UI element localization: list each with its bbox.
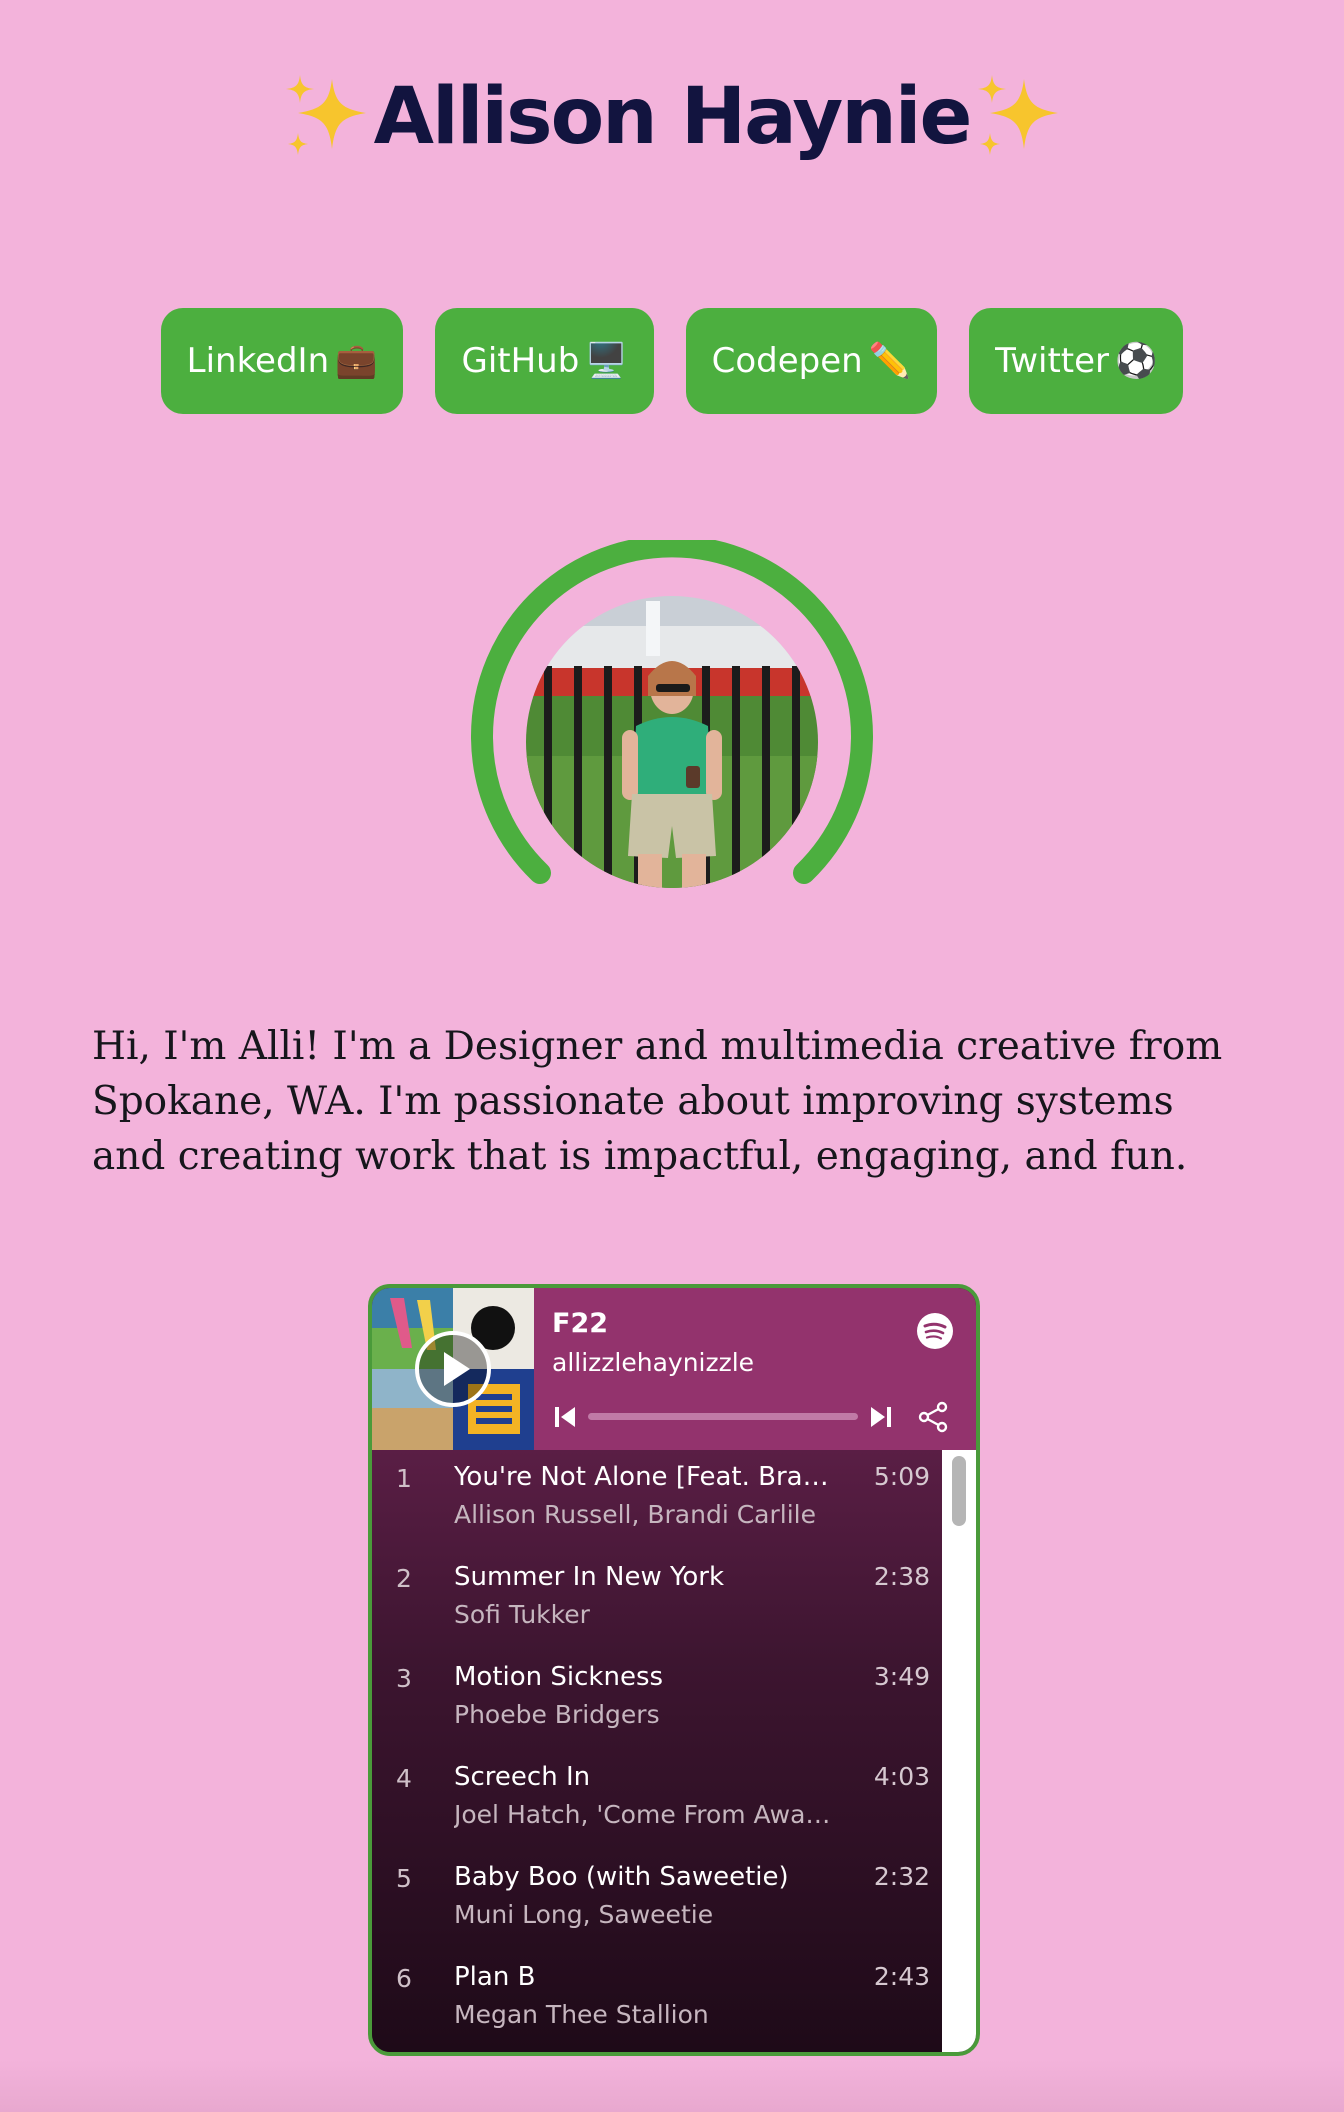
skip-back-icon[interactable] [552, 1404, 578, 1430]
track-title: Plan B [454, 1962, 536, 1992]
linkedin-button[interactable]: LinkedIn 💼 [160, 308, 404, 414]
pencil-icon: ✏️ [868, 341, 912, 381]
spotify-logo-icon[interactable] [916, 1312, 954, 1350]
playlist-name[interactable]: F22 [552, 1308, 608, 1339]
track-number: 4 [396, 1764, 412, 1793]
scrollbar[interactable] [942, 1450, 976, 2052]
track-number: 3 [396, 1664, 412, 1693]
track-list: 1 You're Not Alone [Feat. Brandi Carlile… [372, 1450, 942, 2052]
track-title: You're Not Alone [Feat. Brandi Carlile] [454, 1462, 834, 1492]
track-duration: 2:43 [873, 1962, 930, 1991]
computer-icon: 🖥️ [585, 341, 628, 381]
avatar [526, 596, 818, 888]
player-header: F22 allizzlehaynizzle [372, 1288, 976, 1450]
codepen-label: Codepen [711, 341, 863, 381]
page-title: Allison Haynie [373, 72, 973, 162]
track-artist: Muni Long, Saweetie [454, 1900, 714, 1929]
twitter-label: Twitter [995, 341, 1110, 381]
scroll-thumb[interactable] [952, 1456, 966, 1526]
github-button[interactable]: GitHub 🖥️ [435, 308, 654, 414]
briefcase-icon: 💼 [335, 341, 378, 381]
track-artist: Phoebe Bridgers [454, 1700, 660, 1729]
track-duration: 5:09 [873, 1462, 930, 1491]
soccer-ball-icon: ⚽ [1115, 341, 1158, 381]
bio-text: Hi, I'm Alli! I'm a Designer and multime… [92, 1024, 1223, 1179]
track-number: 2 [396, 1564, 412, 1593]
track-number: 1 [396, 1464, 412, 1493]
codepen-button[interactable]: Codepen ✏️ [685, 308, 938, 414]
title-row: Allison Haynie [0, 62, 1344, 172]
sparkles-icon [978, 75, 1059, 155]
track-title: Baby Boo (with Saweetie) [454, 1862, 789, 1892]
track-title: Screech In [454, 1762, 591, 1792]
track-duration: 4:03 [873, 1762, 930, 1791]
track-title: Motion Sickness [454, 1662, 664, 1692]
progress-bar[interactable] [588, 1413, 858, 1420]
track-row[interactable]: 3 Motion Sickness Phoebe Bridgers 3:49 [372, 1650, 942, 1750]
spotify-embed[interactable]: F22 allizzlehaynizzle 1 You're Not Alone… [368, 1284, 980, 2056]
track-title: Summer In New York [454, 1562, 725, 1592]
track-duration: 2:38 [873, 1562, 930, 1591]
track-artist: Allison Russell, Brandi Carlile [454, 1500, 816, 1529]
track-row[interactable]: 1 You're Not Alone [Feat. Brandi Carlile… [372, 1450, 942, 1550]
track-number: 5 [396, 1864, 412, 1893]
skip-forward-icon[interactable] [868, 1404, 894, 1430]
page-bottom-shade [0, 2060, 1344, 2112]
track-duration: 3:49 [873, 1662, 930, 1691]
playlist-owner[interactable]: allizzlehaynizzle [552, 1348, 754, 1377]
track-row[interactable]: 2 Summer In New York Sofi Tukker 2:38 [372, 1550, 942, 1650]
github-label: GitHub [461, 341, 580, 381]
profile-photo [526, 596, 818, 888]
track-row[interactable]: 5 Baby Boo (with Saweetie) Muni Long, Sa… [372, 1850, 942, 1950]
linkedin-label: LinkedIn [186, 341, 330, 381]
track-artist: Megan Thee Stallion [454, 2000, 709, 2029]
profile-photo-block [470, 540, 874, 900]
twitter-button[interactable]: Twitter ⚽ [969, 308, 1184, 414]
track-duration: 2:32 [873, 1862, 930, 1891]
track-row[interactable]: 4 Screech In Joel Hatch, 'Come From Away… [372, 1750, 942, 1850]
track-artist: Sofi Tukker [454, 1600, 590, 1629]
play-button[interactable] [414, 1330, 492, 1408]
social-links: LinkedIn 💼 GitHub 🖥️ Codepen ✏️ Twitter … [0, 308, 1344, 414]
track-row[interactable]: 6 Plan B Megan Thee Stallion 2:43 [372, 1950, 942, 2050]
sparkles-icon [285, 75, 366, 155]
track-artist: Joel Hatch, 'Come From Away' Ensemble [454, 1800, 834, 1829]
share-icon[interactable] [916, 1400, 950, 1434]
track-number: 6 [396, 1964, 412, 1993]
